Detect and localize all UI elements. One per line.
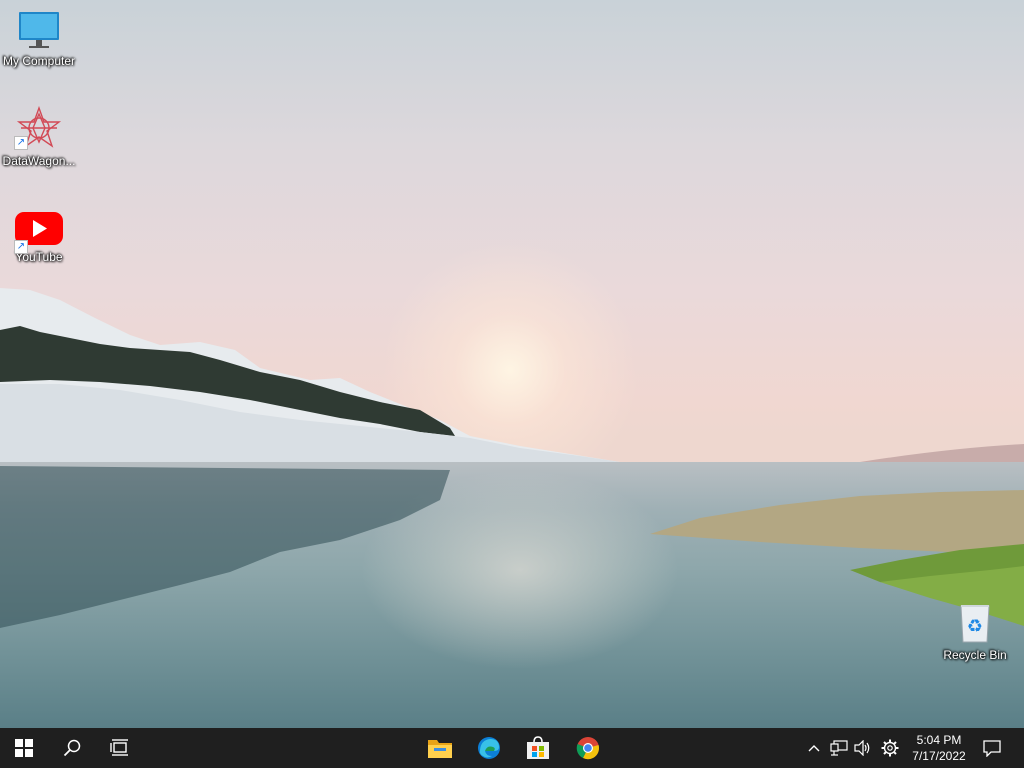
store-icon bbox=[527, 736, 549, 759]
desktop-icon-recycle-bin[interactable]: ♻ Recycle Bin bbox=[936, 602, 1014, 662]
svg-text:♻: ♻ bbox=[967, 616, 983, 637]
task-view-button[interactable] bbox=[96, 728, 144, 768]
chevron-up-icon bbox=[808, 745, 820, 752]
settings-gear-icon bbox=[881, 739, 899, 757]
task-view-icon bbox=[110, 739, 128, 756]
recycle-bin-icon: ♻ bbox=[960, 605, 990, 643]
shore-overlay bbox=[0, 466, 1024, 628]
windows-logo-icon bbox=[15, 739, 33, 757]
action-center-button[interactable] bbox=[978, 728, 1006, 768]
network-icon bbox=[830, 740, 848, 756]
network-button[interactable] bbox=[828, 728, 850, 768]
folder-icon bbox=[428, 740, 452, 758]
taskbar-store[interactable] bbox=[514, 728, 562, 768]
clock-date: 7/17/2022 bbox=[912, 749, 966, 763]
search-icon bbox=[63, 739, 81, 757]
desktop-icon-label: DataWagon... bbox=[2, 154, 76, 168]
taskbar-file-explorer[interactable] bbox=[416, 728, 464, 768]
notification-icon bbox=[983, 740, 1001, 757]
clock-time: 5:04 PM bbox=[916, 733, 962, 747]
monitor-icon bbox=[19, 12, 59, 48]
volume-icon bbox=[854, 740, 870, 756]
chrome-icon bbox=[576, 737, 599, 760]
desktop-icon-label: YouTube bbox=[15, 250, 63, 264]
search-button[interactable] bbox=[48, 728, 96, 768]
settings-tray-button[interactable] bbox=[878, 728, 902, 768]
taskbar-clock[interactable]: 5:04 PM 7/17/2022 bbox=[904, 728, 974, 768]
volume-button[interactable] bbox=[852, 728, 874, 768]
desktop-icon-youtube[interactable]: ↗ YouTube bbox=[0, 208, 78, 264]
desktop-icon-label: Recycle Bin bbox=[943, 648, 1007, 662]
desktop-icon-my-computer[interactable]: My Computer bbox=[0, 8, 78, 68]
shortcut-arrow-icon: ↗ bbox=[14, 136, 28, 150]
desktop[interactable]: My Computer ↗ DataWagon... ↗ YouTube ♻ R… bbox=[0, 0, 1024, 728]
taskbar: 5:04 PM 7/17/2022 bbox=[0, 728, 1024, 768]
desktop-icon-label: My Computer bbox=[2, 54, 76, 68]
show-hidden-icons-button[interactable] bbox=[804, 728, 824, 768]
desktop-icon-datawagon[interactable]: ↗ DataWagon... bbox=[0, 106, 78, 168]
start-button[interactable] bbox=[0, 728, 48, 768]
edge-icon bbox=[478, 737, 500, 759]
taskbar-edge[interactable] bbox=[465, 728, 513, 768]
shortcut-arrow-icon: ↗ bbox=[14, 240, 28, 254]
taskbar-chrome[interactable] bbox=[564, 728, 612, 768]
